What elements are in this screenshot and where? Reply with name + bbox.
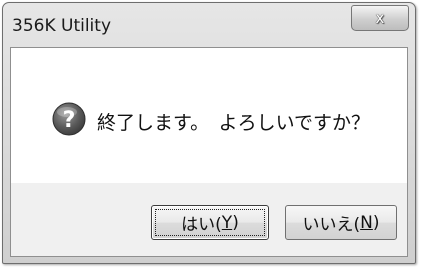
- no-button-label-suffix: ): [372, 212, 380, 233]
- button-bar: はい(Y) いいえ(N): [11, 183, 407, 256]
- window-title: 356K Utility: [12, 16, 112, 36]
- close-icon: x: [375, 9, 385, 27]
- message-dialog-window: 356K Utility x ? 終了します。 よろしいですか？ はい(Y)…: [2, 2, 416, 264]
- yes-button-label-suffix: ): [232, 212, 239, 233]
- dialog-client-area: ? 終了します。 よろしいですか？ はい(Y) いいえ(N): [10, 47, 408, 257]
- yes-button-label-prefix: はい(: [181, 215, 222, 235]
- message-area: ? 終了します。 よろしいですか？: [11, 48, 407, 183]
- dialog-message: 終了します。 よろしいですか？: [97, 112, 371, 134]
- close-button[interactable]: x: [351, 5, 409, 31]
- no-button-accelerator: N: [360, 212, 373, 233]
- svg-text:?: ?: [63, 108, 76, 133]
- no-button-label-prefix: いいえ(: [302, 215, 361, 235]
- yes-button[interactable]: はい(Y): [151, 205, 269, 240]
- no-button[interactable]: いいえ(N): [285, 205, 397, 240]
- title-bar[interactable]: 356K Utility x: [3, 3, 415, 43]
- yes-button-accelerator: Y: [221, 212, 233, 233]
- question-icon: ?: [52, 102, 86, 136]
